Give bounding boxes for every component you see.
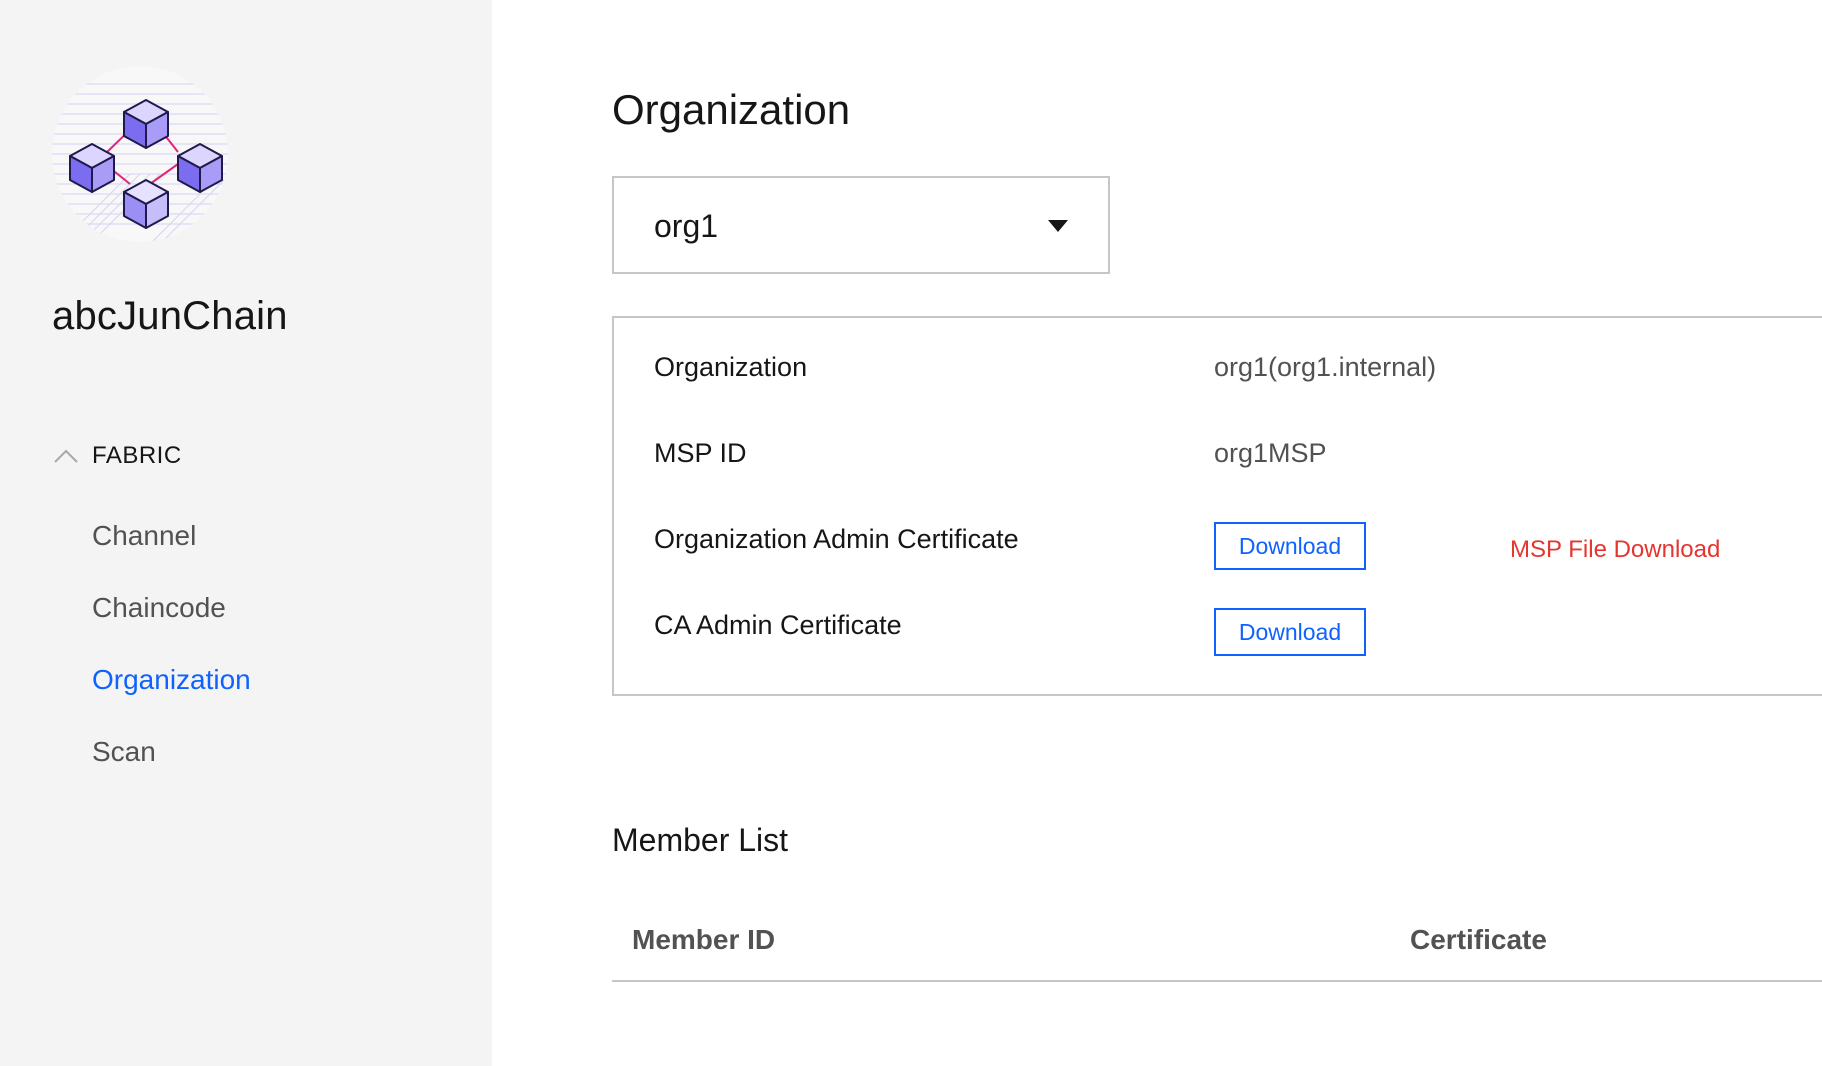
sidebar-item-channel[interactable]: Channel: [92, 520, 196, 552]
organization-select[interactable]: org1: [612, 176, 1110, 274]
blockchain-logo-icon: [52, 66, 228, 242]
column-header-member-id[interactable]: Member ID: [632, 924, 775, 956]
sidebar-item-organization[interactable]: Organization: [92, 664, 251, 696]
ca-cert-download-button[interactable]: Download: [1214, 608, 1366, 656]
nav-group-label: FABRIC: [92, 442, 182, 469]
org-label: Organization: [654, 352, 808, 382]
ca-cert-label: CA Admin Certificate: [654, 610, 902, 640]
msp-id-value: org1MSP: [1214, 438, 1327, 468]
admin-cert-download-button[interactable]: Download: [1214, 522, 1366, 570]
org-value: org1(org1.internal): [1214, 352, 1437, 382]
chevron-up-icon: [54, 449, 78, 463]
member-table-header: Member ID Certificate: [612, 900, 1822, 982]
organization-details-panel: Organization org1(org1.internal) MSP ID …: [612, 316, 1822, 696]
main-content: Organization org1 Organization org1(org1…: [492, 0, 1822, 1066]
admin-cert-label: Organization Admin Certificate: [654, 524, 1019, 554]
msp-file-download-link[interactable]: MSP File Download: [1510, 536, 1720, 564]
app-name: abcJunChain: [52, 294, 288, 338]
caret-down-icon: [1048, 220, 1068, 232]
page-title: Organization: [612, 86, 851, 133]
sidebar: abcJunChain FABRIC Channel Chaincode Org…: [0, 0, 492, 1066]
nav-group-fabric[interactable]: FABRIC: [52, 442, 182, 470]
column-header-certificate[interactable]: Certificate: [1410, 924, 1547, 956]
organization-select-value: org1: [654, 208, 719, 244]
msp-id-label: MSP ID: [654, 438, 747, 468]
sidebar-item-scan[interactable]: Scan: [92, 736, 156, 768]
sidebar-item-chaincode[interactable]: Chaincode: [92, 592, 226, 624]
member-list-title: Member List: [612, 822, 789, 858]
app-root: abcJunChain FABRIC Channel Chaincode Org…: [0, 0, 1822, 1066]
